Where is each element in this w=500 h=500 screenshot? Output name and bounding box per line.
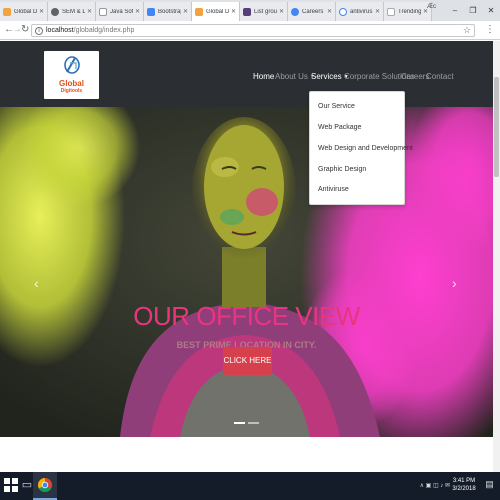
page-favicon-icon <box>99 7 107 16</box>
carousel-next-icon[interactable]: › <box>452 275 457 291</box>
nav-label: Services <box>311 72 342 81</box>
carousel-prev-icon[interactable]: ‹ <box>34 275 39 291</box>
site-navbar: Global Digitools Home About Us ▼ Services… <box>0 41 493 107</box>
tab-title: Careers – G <box>302 8 325 15</box>
minimize-icon[interactable]: – <box>446 6 464 15</box>
windows-taskbar: ▭ ∧ ▣ ◫ ♪ ✉ 3:41 PM 3/2/2018 ▤ <box>0 472 500 500</box>
dropdown-item-web-design[interactable]: Web Design and Development <box>318 145 413 152</box>
browser-tab[interactable]: Bootstrap ✕ <box>144 2 192 21</box>
page-favicon-icon <box>195 7 203 16</box>
page-favicon-icon <box>243 7 251 16</box>
url-host: localhost <box>46 27 74 34</box>
address-bar[interactable]: i localhost/globaldg/index.php ☆ <box>31 24 475 37</box>
nav-about-us[interactable]: About Us ▼ <box>275 72 315 81</box>
close-icon[interactable]: ✕ <box>375 8 380 15</box>
url-path: /globaldg/index.php <box>73 27 135 34</box>
system-tray[interactable]: ∧ ▣ ◫ ♪ ✉ <box>420 482 450 489</box>
services-dropdown-menu: Our Service Web Package Web Design and D… <box>309 91 413 205</box>
page-scrollbar[interactable] <box>493 41 500 472</box>
browser-tab[interactable]: Java Softw ✕ <box>96 2 144 21</box>
close-icon[interactable]: ✕ <box>135 8 140 15</box>
browser-tab[interactable]: SEM & Log ✕ <box>48 2 96 21</box>
clock-date: 3/2/2018 <box>452 486 476 492</box>
tab-title: Trending Fi <box>398 8 421 15</box>
page-favicon-icon <box>387 7 395 16</box>
bookmark-star-icon[interactable]: ☆ <box>463 25 471 36</box>
browser-tab[interactable]: Careers – G ✕ <box>288 2 336 21</box>
browser-tab[interactable]: antivirus - ✕ <box>336 2 384 21</box>
screen: Global Digi ✕ SEM & Log ✕ Java Softw ✕ B… <box>0 0 500 500</box>
dropdown-item-web-package[interactable]: Web Package <box>318 124 361 131</box>
hero-carousel: ‹ › OUR OFFICE VIEW BEST PRIME LOCATION … <box>0 107 493 437</box>
page-viewport: Global Digitools Home About Us ▼ Services… <box>0 41 500 472</box>
close-icon[interactable]: ✕ <box>183 8 188 15</box>
dropdown-item-antivirus[interactable]: Antiviruse <box>318 186 349 193</box>
close-icon[interactable]: ✕ <box>231 8 236 15</box>
browser-toolbar: ← → ↻ i localhost/globaldg/index.php ☆ ⋮ <box>0 21 500 40</box>
page-favicon-icon <box>147 7 155 16</box>
browser-tab[interactable]: List group ✕ <box>240 2 288 21</box>
page-favicon-icon <box>291 7 299 16</box>
browser-menu-icon[interactable]: ⋮ <box>485 24 495 35</box>
window-close-icon[interactable]: ✕ <box>482 6 500 15</box>
tab-title: Bootstrap <box>158 8 181 15</box>
profile-button[interactable]: Æc <box>427 4 436 10</box>
tab-title: Global Dig <box>206 8 229 15</box>
reload-icon[interactable]: ↻ <box>21 24 29 36</box>
carousel-indicator[interactable] <box>248 422 259 424</box>
task-view-icon[interactable]: ▭ <box>20 478 34 492</box>
notifications-icon[interactable]: ▤ <box>484 479 495 490</box>
logo-text-secondary: Digitools <box>60 88 83 94</box>
click-here-button[interactable]: CLICK HERE <box>223 347 272 375</box>
globe-logo-icon <box>64 56 80 74</box>
logo-text-primary: Global <box>59 79 84 88</box>
maximize-icon[interactable]: ❐ <box>464 6 482 15</box>
tab-title: antivirus - <box>350 8 373 15</box>
windows-start-icon[interactable] <box>4 478 18 492</box>
clock-time: 3:41 PM <box>452 478 476 484</box>
url-text[interactable]: localhost/globaldg/index.php <box>46 27 134 34</box>
page-favicon-icon <box>51 7 59 16</box>
info-icon[interactable]: i <box>35 27 43 35</box>
tab-title: SEM & Log <box>62 8 85 15</box>
scrollbar-thumb[interactable] <box>494 77 499 177</box>
nav-label: Contact <box>426 72 454 81</box>
browser-tab-strip: Global Digi ✕ SEM & Log ✕ Java Softw ✕ B… <box>0 0 500 21</box>
close-icon[interactable]: ✕ <box>327 8 332 15</box>
page-favicon-icon <box>3 7 11 16</box>
browser-tab[interactable]: Trending Fi ✕ <box>384 2 432 21</box>
nav-label: About Us <box>275 72 308 81</box>
window-controls: – ❐ ✕ <box>446 0 500 21</box>
browser-tab-active[interactable]: Global Dig ✕ <box>192 2 240 21</box>
taskbar-clock[interactable]: 3:41 PM 3/2/2018 <box>449 477 479 493</box>
carousel-indicator-active[interactable] <box>234 422 245 424</box>
close-icon[interactable]: ✕ <box>279 8 284 15</box>
hero-title: OUR OFFICE VIEW <box>133 301 360 331</box>
site-logo[interactable]: Global Digitools <box>44 51 99 99</box>
chrome-icon <box>38 478 52 492</box>
close-icon[interactable]: ✕ <box>87 8 92 15</box>
browser-tab[interactable]: Global Digi ✕ <box>0 2 48 21</box>
nav-contact[interactable]: Contact <box>426 72 454 81</box>
dropdown-item-our-service[interactable]: Our Service <box>318 103 355 110</box>
tab-title: Java Softw <box>110 8 133 15</box>
hero-background-image <box>0 107 493 437</box>
tab-title: Global Digi <box>14 8 37 15</box>
taskbar-chrome-button[interactable] <box>33 472 57 500</box>
dropdown-item-graphic-design[interactable]: Graphic Design <box>318 166 366 173</box>
nav-home[interactable]: Home <box>253 72 274 81</box>
google-favicon-icon <box>339 7 347 16</box>
tab-title: List group <box>254 8 277 15</box>
nav-label: Home <box>253 72 275 81</box>
close-icon[interactable]: ✕ <box>39 8 44 15</box>
nav-services[interactable]: Services ▼ <box>311 72 349 81</box>
